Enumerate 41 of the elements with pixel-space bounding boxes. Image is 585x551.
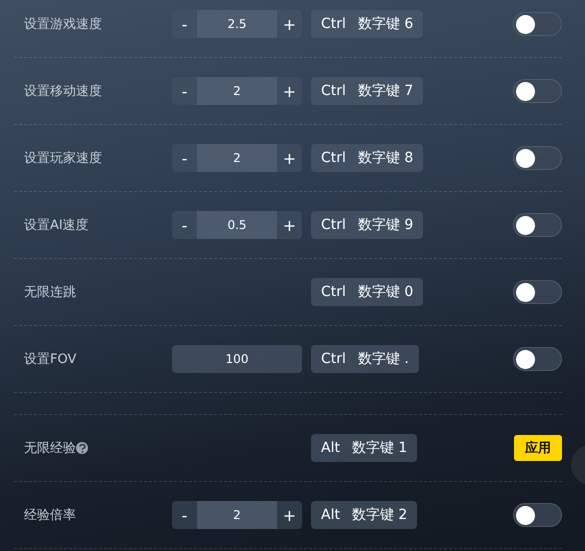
- toggle-switch[interactable]: [513, 503, 562, 527]
- decrement-button[interactable]: -: [172, 77, 197, 105]
- toggle-switch[interactable]: [513, 12, 562, 36]
- toggle-switch[interactable]: [513, 146, 562, 170]
- toggle-switch[interactable]: [513, 347, 562, 371]
- increment-button[interactable]: +: [277, 144, 302, 172]
- setting-label: 设置游戏速度: [24, 16, 102, 33]
- toggle-switch[interactable]: [513, 280, 562, 304]
- hotkey-label: Alt 数字键 2: [311, 501, 418, 529]
- hotkey-label: Ctrl 数字键 9: [311, 211, 424, 239]
- setting-label: 设置AI速度: [24, 217, 89, 234]
- decrement-button[interactable]: -: [172, 501, 197, 529]
- setting-label: 无限经验: [24, 440, 76, 457]
- toggle-switch[interactable]: [513, 79, 562, 103]
- hotkey-label: Ctrl 数字键 0: [311, 278, 424, 306]
- value-field[interactable]: 0.5: [197, 211, 277, 239]
- increment-button[interactable]: +: [277, 10, 302, 38]
- hotkey-label: Ctrl 数字键 7: [311, 77, 424, 105]
- increment-button[interactable]: +: [277, 211, 302, 239]
- value-field[interactable]: 100: [172, 345, 302, 373]
- value-field[interactable]: 2.5: [197, 10, 277, 38]
- value-field[interactable]: 2: [197, 77, 277, 105]
- hotkey-label: Ctrl 数字键 .: [311, 345, 419, 373]
- setting-label: 无限连跳: [24, 284, 76, 301]
- apply-button[interactable]: 应用: [514, 435, 562, 461]
- hotkey-label: Alt 数字键 1: [311, 434, 418, 462]
- hotkey-label: Ctrl 数字键 6: [311, 10, 424, 38]
- toggle-switch[interactable]: [513, 213, 562, 237]
- help-icon[interactable]: [76, 442, 88, 454]
- decrement-button[interactable]: -: [172, 211, 197, 239]
- increment-button[interactable]: +: [277, 77, 302, 105]
- setting-label: 设置玩家速度: [24, 150, 102, 167]
- decrement-button[interactable]: -: [172, 10, 197, 38]
- setting-label: 设置FOV: [24, 351, 76, 368]
- value-field[interactable]: 2: [197, 144, 277, 172]
- value-field[interactable]: 2: [197, 501, 277, 529]
- decrement-button[interactable]: -: [172, 144, 197, 172]
- increment-button[interactable]: +: [277, 501, 302, 529]
- hotkey-label: Ctrl 数字键 8: [311, 144, 424, 172]
- setting-label: 经验倍率: [24, 507, 76, 524]
- setting-label: 设置移动速度: [24, 83, 102, 100]
